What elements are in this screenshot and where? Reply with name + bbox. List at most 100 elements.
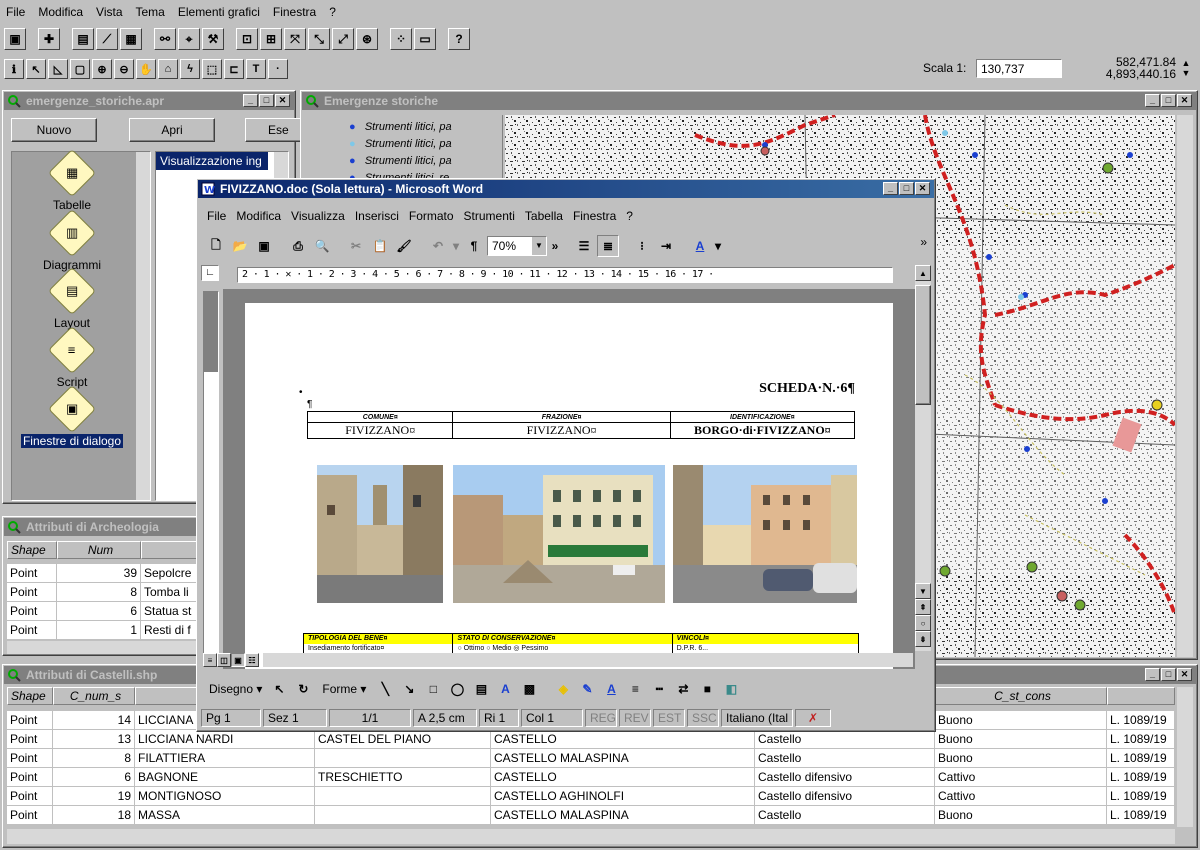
horizontal-ruler[interactable]: 2 · 1 · ✕ · 1 · 2 · 3 · 4 · 5 · 6 · 7 · … <box>237 267 893 283</box>
doc-type-layout[interactable]: ▤ Layout <box>12 266 132 330</box>
fill-color-icon[interactable]: ◈ <box>552 678 574 700</box>
status-ssc[interactable]: SSC <box>687 709 719 727</box>
map-scrollbar[interactable] <box>1177 115 1193 657</box>
scroll-down-icon[interactable]: ▼ <box>915 583 931 599</box>
table-row[interactable]: Point 39 Sepolcre <box>7 564 207 583</box>
web-view-icon[interactable]: ◫ <box>217 653 231 667</box>
select-feature-icon[interactable]: ▢ <box>70 59 90 79</box>
pan-icon[interactable]: ✋ <box>136 59 156 79</box>
doc-type-script[interactable]: ≡ Script <box>12 325 132 389</box>
archeologia-table-titlebar[interactable]: Attributi di Archeologia <box>4 518 210 536</box>
word-menu-inserisci[interactable]: Inserisci <box>355 209 399 223</box>
zoom-in-tool-icon[interactable]: ⊕ <box>92 59 112 79</box>
toolbar-options-icon[interactable]: » <box>549 235 561 257</box>
indent-icon[interactable]: ⇥ <box>655 235 677 257</box>
map-window-titlebar[interactable]: Emergenze storiche _ □ ✕ <box>302 92 1196 110</box>
status-est[interactable]: EST <box>653 709 685 727</box>
status-language[interactable]: Italiano (Ital <box>721 709 793 727</box>
nuovo-button[interactable]: Nuovo <box>11 118 97 142</box>
table-row[interactable]: Point 1 Resti di f <box>7 621 207 640</box>
menu-help[interactable]: ? <box>329 5 336 19</box>
column-header[interactable]: Shape <box>7 687 53 705</box>
arrow-icon[interactable]: ↘ <box>398 678 420 700</box>
info-icon[interactable]: ℹ <box>4 59 24 79</box>
doc-type-scrollbar[interactable] <box>136 152 150 500</box>
arrow-style-icon[interactable]: ⇄ <box>672 678 694 700</box>
zoom-out-icon[interactable]: ⤢ <box>332 28 354 50</box>
select-objects-icon[interactable]: ↖ <box>268 678 290 700</box>
coordinate-arrows-icon[interactable]: ▲ ▼ <box>1178 58 1194 80</box>
help-icon[interactable]: ? <box>448 28 470 50</box>
undo-dropdown-icon[interactable]: ▾ <box>451 235 461 257</box>
label-icon[interactable]: ⊏ <box>224 59 244 79</box>
previous-page-icon[interactable]: ⇞ <box>915 599 931 615</box>
dash-style-icon[interactable]: ┅ <box>648 678 670 700</box>
free-rotate-icon[interactable]: ↻ <box>292 678 314 700</box>
clip-art-icon[interactable]: ▩ <box>518 678 540 700</box>
scale-input[interactable]: 130,737 <box>976 59 1062 78</box>
archeologia-hscrollbar[interactable] <box>7 641 207 654</box>
disegno-menu[interactable]: Disegno ▾ <box>205 682 266 696</box>
font-color-dropdown-icon[interactable]: ▾ <box>713 235 723 257</box>
3d-icon[interactable]: ◧ <box>720 678 742 700</box>
line-style-icon[interactable]: ≡ <box>624 678 646 700</box>
column-header[interactable]: Num <box>57 541 141 559</box>
clear-selection-icon[interactable]: ▭ <box>414 28 436 50</box>
cut-icon[interactable]: ✂ <box>345 235 367 257</box>
tab-selector-icon[interactable]: ∟ <box>201 265 223 283</box>
project-window-titlebar[interactable]: emergenze_storiche.apr _ □ ✕ <box>4 92 294 110</box>
show-hide-pilcrow-icon[interactable]: ¶ <box>463 235 485 257</box>
table-row[interactable]: Point 6 BAGNONE TRESCHIETTO CASTELLO Castello… <box>7 768 1175 787</box>
shadow-icon[interactable]: ■ <box>696 678 718 700</box>
save-icon[interactable]: ▣ <box>4 28 26 50</box>
photo-piazza-cars[interactable] <box>673 465 857 603</box>
area-of-interest-icon[interactable]: ⬚ <box>202 59 222 79</box>
zoom-out-tool-icon[interactable]: ⊖ <box>114 59 134 79</box>
normal-view-icon[interactable]: ≡ <box>203 653 217 667</box>
minimize-icon[interactable]: _ <box>1145 94 1160 107</box>
menu-file[interactable]: File <box>6 5 25 19</box>
text-icon[interactable]: T <box>246 59 266 79</box>
table-row[interactable]: Point 19 MONTIGNOSO CASTELLO AGHINOLFI Caste… <box>7 787 1175 806</box>
table-row[interactable]: Point 18 MASSA CASTELLO MALASPINA Castello Bu… <box>7 806 1175 825</box>
line-color-icon[interactable]: ✎ <box>576 678 598 700</box>
wordart-icon[interactable]: A <box>494 678 516 700</box>
menu-elementi-grafici[interactable]: Elementi grafici <box>178 5 260 19</box>
column-header[interactable] <box>1107 687 1175 705</box>
maximize-icon[interactable]: □ <box>259 94 274 107</box>
zoom-full-icon[interactable]: ⊡ <box>236 28 258 50</box>
word-menu-modifica[interactable]: Modifica <box>236 209 281 223</box>
bullets-icon[interactable]: ⁝ <box>631 235 653 257</box>
table-row[interactable]: Point 8 Tomba li <box>7 583 207 602</box>
text-box-icon[interactable]: ▤ <box>470 678 492 700</box>
legend-item[interactable]: ● Strumenti litici, pa <box>349 119 452 136</box>
spelling-status-icon[interactable]: ✗ <box>795 709 831 727</box>
document-list-item[interactable]: Visualizzazione ing <box>156 152 268 170</box>
print-preview-icon[interactable]: 🔍 <box>311 235 333 257</box>
undo-icon[interactable]: ↶ <box>427 235 449 257</box>
close-icon[interactable]: ✕ <box>1177 94 1192 107</box>
pointer-icon[interactable]: ↖ <box>26 59 46 79</box>
word-menu-formato[interactable]: Formato <box>409 209 454 223</box>
minimize-icon[interactable]: _ <box>243 94 258 107</box>
word-titlebar[interactable]: W FIVIZZANO.doc (Sola lettura) - Microso… <box>198 180 934 198</box>
doc-type-finestre-di-dialogo[interactable]: ▣ Finestre di dialogo <box>12 384 132 448</box>
rectangle-icon[interactable]: □ <box>422 678 444 700</box>
menu-vista[interactable]: Vista <box>96 5 122 19</box>
close-icon[interactable]: ✕ <box>1177 668 1192 681</box>
align-left-icon[interactable]: ☰ <box>573 235 595 257</box>
locate-icon[interactable]: ⌖ <box>178 28 200 50</box>
castelli-vscrollbar[interactable] <box>1177 687 1193 827</box>
doc-type-diagrammi[interactable]: ▥ Diagrammi <box>12 208 132 272</box>
find-icon[interactable]: ⚯ <box>154 28 176 50</box>
menu-finestra[interactable]: Finestra <box>273 5 316 19</box>
document-area[interactable]: • ¶ SCHEDA·N.·6¶ COMUNE¤ FRAZIONE¤ IDENT… <box>223 289 915 669</box>
toolbar-more-icon[interactable]: » <box>920 235 927 249</box>
save-icon[interactable]: ▣ <box>253 235 275 257</box>
zoom-select[interactable]: 70% ▼ <box>487 236 547 256</box>
menu-tema[interactable]: Tema <box>136 5 165 19</box>
apri-button[interactable]: Apri <box>129 118 215 142</box>
maximize-icon[interactable]: □ <box>1161 94 1176 107</box>
next-page-icon[interactable]: ⇟ <box>915 631 931 647</box>
browse-object-icon[interactable]: ○ <box>915 615 931 631</box>
